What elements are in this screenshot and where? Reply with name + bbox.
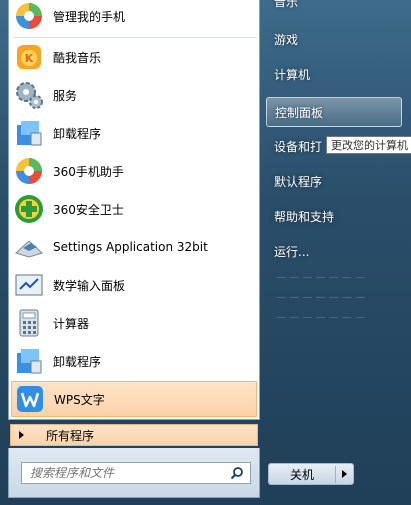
program-item-math-input[interactable]: 数学输入面板 — [11, 267, 257, 303]
right-item-control-panel[interactable]: 控制面板 — [266, 97, 402, 127]
program-label: Settings Application 32bit — [53, 240, 208, 254]
right-item-games[interactable]: 游戏 — [266, 24, 402, 54]
program-item-wps[interactable]: WPS文字 — [11, 381, 257, 417]
program-item-360-assistant[interactable]: 360手机助手 — [11, 153, 257, 189]
right-item-label: 运行... — [274, 244, 310, 259]
program-item-settings-app[interactable]: Settings Application 32bit — [11, 229, 257, 265]
right-item-label: 音乐 — [274, 0, 299, 9]
background-text: — — — — — — — — [276, 292, 366, 303]
program-item-kuwo[interactable]: K 酷我音乐 — [11, 39, 257, 75]
tooltip-text: 更改您的计算机 — [331, 139, 408, 152]
program-label: WPS文字 — [54, 392, 105, 407]
program-label: 管理我的手机 — [53, 9, 126, 24]
all-programs-button[interactable]: 所有程序 — [10, 424, 258, 446]
program-item-calculator[interactable]: 计算器 — [11, 305, 257, 341]
shutdown-button[interactable]: 关机 — [269, 465, 336, 483]
program-label: 数学输入面板 — [53, 278, 126, 293]
program-label: 卸载程序 — [53, 354, 102, 369]
settings-app-icon — [13, 231, 45, 263]
wps-writer-icon — [14, 383, 46, 415]
calculator-icon — [13, 307, 45, 339]
right-item-label: 帮助和支持 — [274, 209, 335, 224]
search-input[interactable] — [28, 465, 228, 481]
math-input-panel-icon — [13, 269, 45, 301]
right-item-label: 计算机 — [274, 67, 311, 82]
chevron-right-icon — [342, 470, 347, 478]
program-item-uninstall[interactable]: 卸载程序 — [11, 115, 257, 151]
background-text: — — — — — — — — [276, 272, 366, 283]
right-item-default-programs[interactable]: 默认程序 — [266, 166, 402, 196]
360-phone-assistant-icon — [13, 155, 45, 187]
program-label: 360安全卫士 — [53, 202, 124, 217]
programs-panel: 管理我的手机 K 酷我音乐 服务 卸载程序 360手机助手 360安全卫士 Se… — [8, 0, 260, 420]
search-box[interactable] — [21, 462, 251, 484]
uninstall-icon — [13, 117, 45, 149]
program-item-360-security[interactable]: 360安全卫士 — [11, 191, 257, 227]
right-item-label: 游戏 — [274, 32, 299, 47]
program-item-services[interactable]: 服务 — [11, 77, 257, 113]
right-item-computer[interactable]: 计算机 — [266, 59, 402, 89]
program-label: 卸载程序 — [53, 126, 102, 141]
all-programs-label: 所有程序 — [46, 428, 95, 443]
svg-text:K: K — [25, 52, 34, 65]
search-area — [8, 448, 260, 498]
program-item-manage-phone[interactable]: 管理我的手机 — [11, 0, 257, 34]
right-item-label: 控制面板 — [275, 105, 324, 120]
360-phone-manager-icon — [13, 0, 45, 32]
services-gear-icon — [13, 79, 45, 111]
right-item-label: 设备和打 — [274, 139, 323, 154]
right-item-music[interactable]: 音乐 — [266, 0, 402, 16]
divider — [13, 37, 257, 38]
right-item-run[interactable]: 运行... — [266, 236, 402, 266]
right-item-help[interactable]: 帮助和支持 — [266, 201, 402, 231]
program-label: 酷我音乐 — [53, 50, 102, 65]
chevron-right-icon — [19, 431, 24, 439]
shutdown-options-button[interactable] — [336, 470, 353, 478]
search-icon[interactable] — [230, 466, 244, 480]
uninstall-icon — [13, 345, 45, 377]
shutdown-button-group: 关机 — [268, 463, 354, 485]
background-text: — — — — — — — — [276, 312, 366, 323]
program-label: 360手机助手 — [53, 164, 124, 179]
kuwo-music-icon: K — [13, 41, 45, 73]
program-label: 服务 — [53, 88, 78, 103]
360-security-icon — [13, 193, 45, 225]
tooltip: 更改您的计算机 — [326, 136, 411, 154]
program-label: 计算器 — [53, 316, 90, 331]
right-item-label: 默认程序 — [274, 174, 323, 189]
program-item-uninstall-2[interactable]: 卸载程序 — [11, 343, 257, 379]
